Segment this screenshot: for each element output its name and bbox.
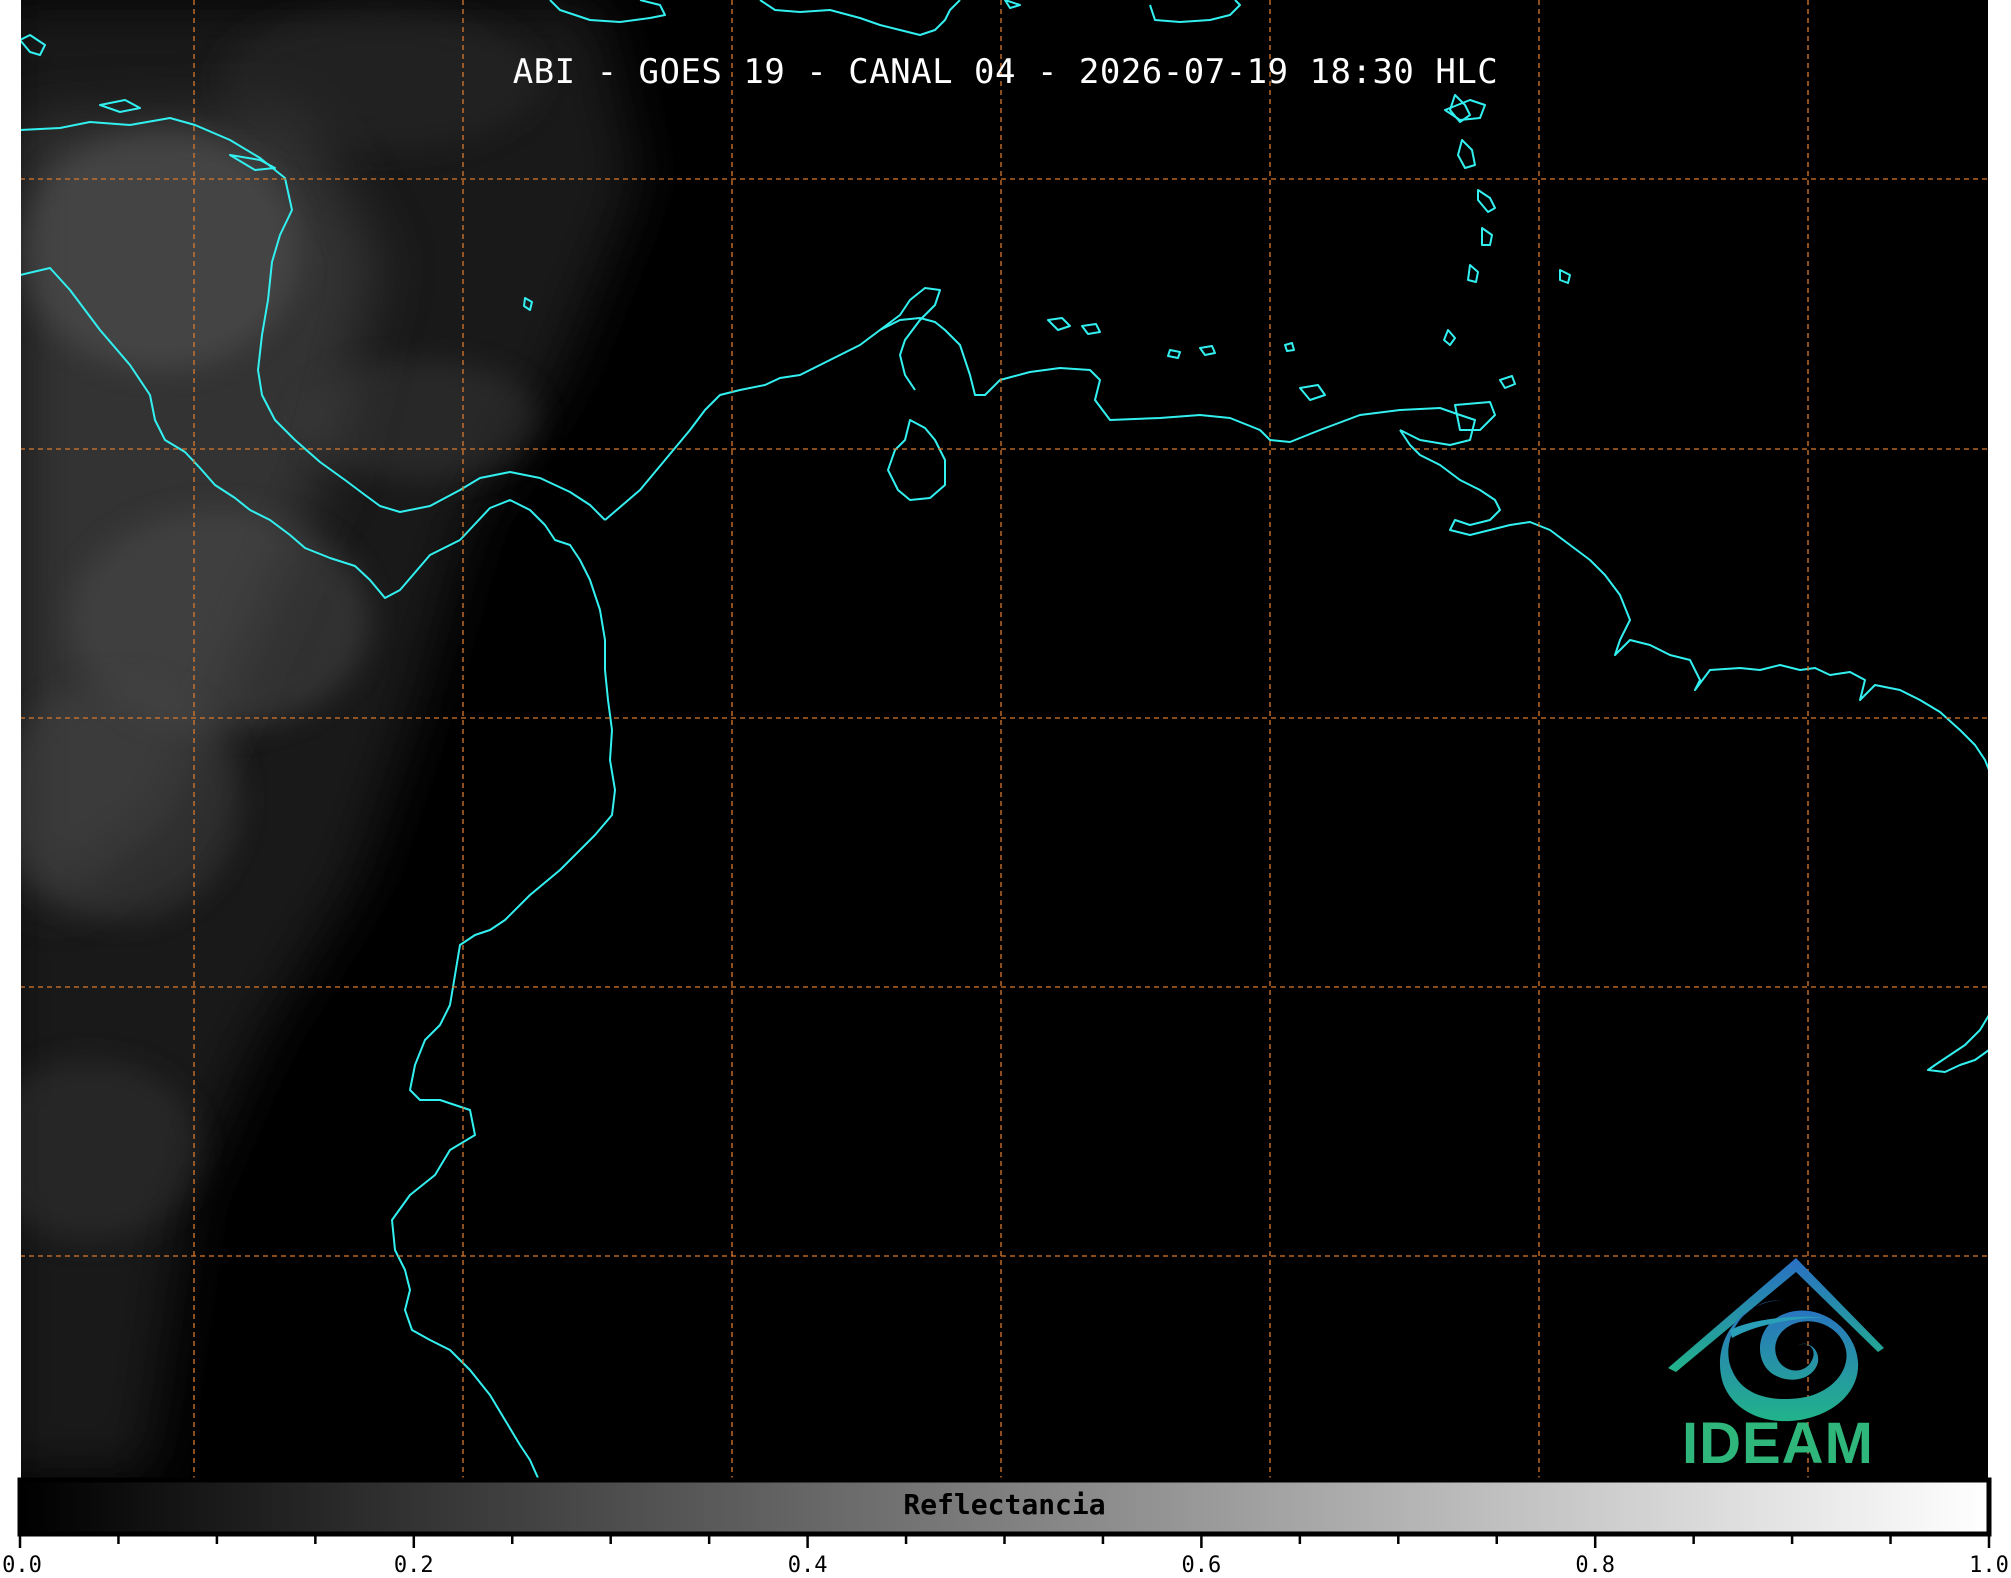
colorbar-label: Reflectancia (903, 1488, 1106, 1521)
colorbar-tick-label: 0.6 (1181, 1553, 1222, 1578)
colorbar-tick-label: 0.8 (1575, 1553, 1616, 1578)
colorbar-tick-label: 0.4 (787, 1553, 828, 1578)
colorbar-tick-label: 0.0 (2, 1553, 42, 1578)
ideam-logo-text: IDEAM (1682, 1411, 1874, 1476)
colorbar-ticks (18, 1534, 1991, 1548)
colorbar-tick-label: 1.0 (1969, 1553, 2009, 1578)
satellite-map (17, 0, 1992, 1548)
colorbar-tick-label: 0.2 (393, 1553, 434, 1578)
